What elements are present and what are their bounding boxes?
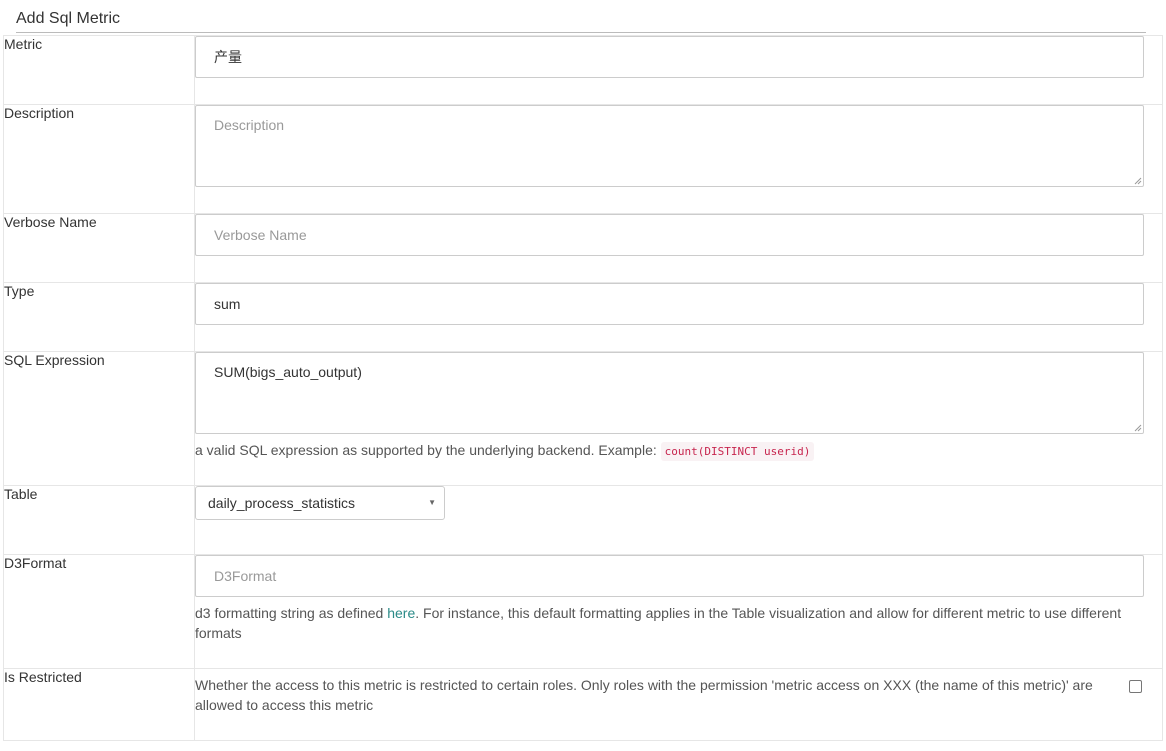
verbose-name-input[interactable]: Verbose Name bbox=[195, 214, 1144, 256]
description-textarea[interactable]: Description bbox=[195, 105, 1144, 187]
description-row: Description Description bbox=[3, 104, 1163, 214]
add-sql-metric-page: Add Sql Metric Metric 产量 Description Des… bbox=[0, 0, 1166, 751]
d3format-help: d3 formatting string as defined here. Fo… bbox=[195, 603, 1162, 643]
table-select[interactable]: daily_process_statistics ▼ bbox=[195, 486, 445, 520]
is-restricted-checkbox[interactable] bbox=[1129, 680, 1142, 693]
resize-handle-icon[interactable] bbox=[1134, 424, 1142, 432]
d3format-row: D3Format D3Format d3 formatting string a… bbox=[3, 554, 1163, 669]
sql-expression-label: SQL Expression bbox=[3, 351, 195, 486]
sql-expression-help: a valid SQL expression as supported by t… bbox=[195, 440, 1162, 462]
description-placeholder: Description bbox=[214, 117, 285, 133]
resize-handle-icon[interactable] bbox=[1134, 177, 1142, 185]
d3format-help-prefix: d3 formatting string as defined bbox=[195, 605, 388, 621]
sql-expression-help-text: a valid SQL expression as supported by t… bbox=[195, 442, 657, 458]
table-selected-value: daily_process_statistics bbox=[208, 495, 356, 511]
type-label: Type bbox=[3, 282, 195, 352]
metric-input[interactable]: 产量 bbox=[195, 36, 1144, 78]
description-label: Description bbox=[3, 104, 195, 214]
verbose-name-row: Verbose Name Verbose Name bbox=[3, 213, 1163, 283]
is-restricted-row: Is Restricted Whether the access to this… bbox=[3, 668, 1163, 741]
table-label: Table bbox=[3, 485, 195, 555]
form-title: Add Sql Metric bbox=[16, 9, 1146, 33]
metric-label: Metric bbox=[3, 35, 195, 105]
is-restricted-label: Is Restricted bbox=[3, 668, 195, 741]
type-row: Type sum bbox=[3, 282, 1163, 352]
sql-expression-textarea[interactable]: SUM(bigs_auto_output) bbox=[195, 352, 1144, 434]
d3format-help-link[interactable]: here bbox=[387, 605, 415, 621]
metric-row: Metric 产量 bbox=[3, 35, 1163, 105]
d3format-input[interactable]: D3Format bbox=[195, 555, 1144, 597]
caret-down-icon: ▼ bbox=[428, 498, 436, 507]
d3format-label: D3Format bbox=[3, 554, 195, 669]
verbose-name-label: Verbose Name bbox=[3, 213, 195, 283]
sql-expression-row: SQL Expression SUM(bigs_auto_output) a v… bbox=[3, 351, 1163, 486]
is-restricted-help: Whether the access to this metric is res… bbox=[195, 677, 1093, 713]
table-row: Table daily_process_statistics ▼ bbox=[3, 485, 1163, 555]
sql-expression-example: count(DISTINCT userid) bbox=[660, 442, 815, 461]
metric-form: Metric 产量 Description Description Verbos… bbox=[3, 35, 1163, 741]
sql-expression-value: SUM(bigs_auto_output) bbox=[214, 364, 362, 380]
type-input[interactable]: sum bbox=[195, 283, 1144, 325]
